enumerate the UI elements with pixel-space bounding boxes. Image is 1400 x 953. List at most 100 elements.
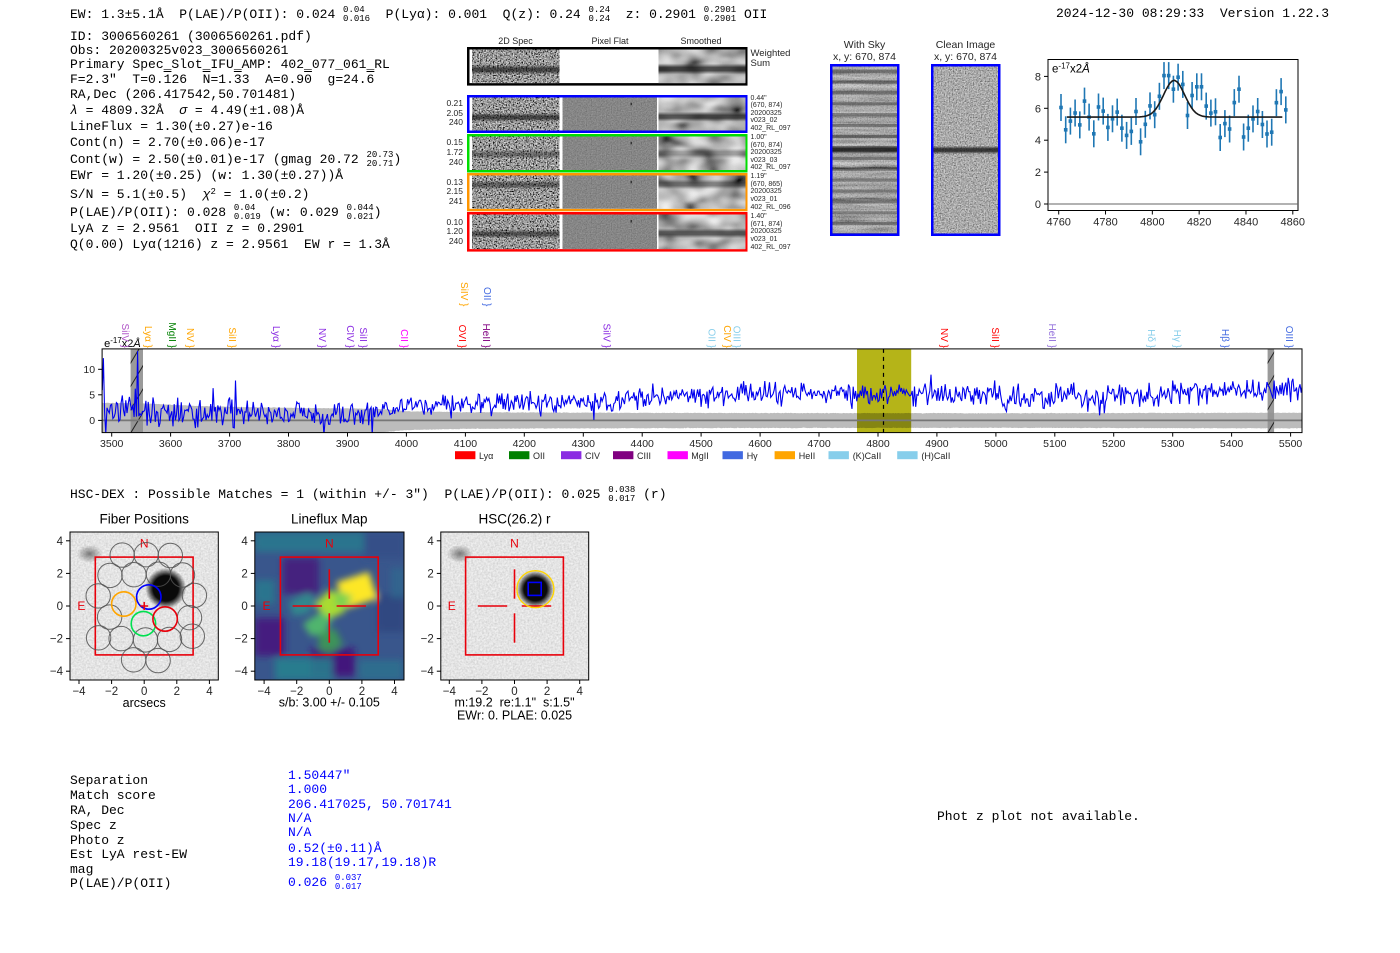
svg-text:−2: −2 <box>421 634 434 646</box>
svg-text:0: 0 <box>1035 199 1041 211</box>
svg-text:MgII: MgII <box>691 451 709 461</box>
svg-text:4860: 4860 <box>1281 217 1305 229</box>
svg-text:0: 0 <box>89 415 95 427</box>
svg-text:MgII }: MgII } <box>166 322 177 348</box>
svg-text:e-17x2Å: e-17x2Å <box>1052 62 1090 76</box>
svg-text:4760: 4760 <box>1046 217 1070 229</box>
svg-text:4: 4 <box>1035 135 1041 147</box>
svg-text:2: 2 <box>57 568 63 580</box>
svg-text:E: E <box>448 599 456 613</box>
svg-text:4300: 4300 <box>572 438 596 450</box>
svg-text:5000: 5000 <box>984 438 1008 450</box>
svg-text:HeII }: HeII } <box>1046 324 1057 349</box>
svg-text:NV }: NV } <box>184 328 195 349</box>
svg-text:HSC(26.2) r: HSC(26.2) r <box>478 512 551 527</box>
svg-text:4900: 4900 <box>925 438 949 450</box>
svg-text:E: E <box>77 599 85 613</box>
svg-text:2: 2 <box>427 568 433 580</box>
svg-text:4840: 4840 <box>1234 217 1258 229</box>
svg-text:4: 4 <box>427 536 434 548</box>
svg-text:N: N <box>325 537 334 551</box>
svg-text:4: 4 <box>57 536 64 548</box>
svg-text:(H)CaII: (H)CaII <box>921 451 950 461</box>
svg-text:−4: −4 <box>258 686 272 698</box>
svg-text:HeII }: HeII } <box>480 324 491 349</box>
svg-text:5400: 5400 <box>1220 438 1244 450</box>
svg-text:4600: 4600 <box>748 438 772 450</box>
svg-text:−2: −2 <box>105 686 118 698</box>
svg-text:N: N <box>510 537 519 551</box>
svg-text:Fiber Positions: Fiber Positions <box>100 512 190 527</box>
svg-text:SiII }: SiII } <box>989 327 1000 348</box>
svg-text:CIII: CIII <box>637 451 651 461</box>
svg-text:4800: 4800 <box>866 438 890 450</box>
svg-text:8: 8 <box>1035 71 1041 83</box>
svg-text:4100: 4100 <box>454 438 478 450</box>
svg-text:−2: −2 <box>50 634 63 646</box>
svg-text:4500: 4500 <box>689 438 713 450</box>
svg-text:E: E <box>262 599 270 613</box>
svg-text:3500: 3500 <box>100 438 124 450</box>
svg-text:m:19.2 re:1.1" s:1.5": m:19.2 re:1.1" s:1.5" <box>454 696 574 710</box>
svg-text:4800: 4800 <box>1140 217 1164 229</box>
svg-text:Lyα }: Lyα } <box>270 326 281 349</box>
svg-text:4700: 4700 <box>807 438 831 450</box>
svg-text:4: 4 <box>241 536 248 548</box>
svg-text:Lyα }: Lyα } <box>142 326 153 349</box>
svg-text:OIII }: OIII } <box>1283 326 1294 349</box>
svg-text:2: 2 <box>174 686 180 698</box>
svg-text:CIV }: CIV } <box>344 325 355 348</box>
svg-text:arcsecs: arcsecs <box>123 696 166 710</box>
svg-text:CII }: CII } <box>398 329 409 349</box>
svg-text:SiIV }: SiIV } <box>601 324 612 349</box>
svg-text:Hβ }: Hβ } <box>1219 329 1230 349</box>
svg-text:−2: −2 <box>235 634 248 646</box>
svg-text:2: 2 <box>1035 167 1041 179</box>
svg-text:5: 5 <box>89 389 95 401</box>
svg-text:2: 2 <box>241 568 247 580</box>
svg-text:OVI }: OVI } <box>456 325 467 349</box>
svg-text:(K)CaII: (K)CaII <box>853 451 882 461</box>
svg-text:4200: 4200 <box>513 438 537 450</box>
svg-text:s/b: 3.00 +/- 0.105: s/b: 3.00 +/- 0.105 <box>279 696 380 710</box>
svg-text:4780: 4780 <box>1093 217 1117 229</box>
svg-text:10: 10 <box>83 364 95 376</box>
svg-text:4: 4 <box>576 686 583 698</box>
svg-text:3600: 3600 <box>159 438 183 450</box>
svg-text:3800: 3800 <box>277 438 301 450</box>
svg-text:−4: −4 <box>50 666 64 678</box>
svg-text:3900: 3900 <box>336 438 360 450</box>
svg-text:OIII }: OIII } <box>731 326 742 349</box>
svg-text:4: 4 <box>391 686 398 698</box>
svg-text:−4: −4 <box>421 666 435 678</box>
svg-text:HeII: HeII <box>799 451 816 461</box>
svg-text:OII }: OII } <box>706 329 717 349</box>
svg-text:SiII }: SiII } <box>357 327 368 348</box>
svg-text:Hγ }: Hγ } <box>1171 330 1182 349</box>
svg-text:5300: 5300 <box>1161 438 1185 450</box>
svg-text:SiII }: SiII } <box>226 327 237 348</box>
svg-text:−4: −4 <box>72 686 86 698</box>
svg-text:SiIV }: SiIV } <box>119 324 130 349</box>
svg-text:0: 0 <box>57 601 63 613</box>
svg-text:4400: 4400 <box>631 438 655 450</box>
svg-text:NV }: NV } <box>938 328 949 349</box>
svg-text:CIV }: CIV } <box>721 325 732 348</box>
svg-text:NV }: NV } <box>316 328 327 349</box>
svg-text:0: 0 <box>241 601 247 613</box>
svg-text:OII }: OII } <box>481 287 492 307</box>
svg-text:4: 4 <box>206 686 213 698</box>
svg-text:Hδ }: Hδ } <box>1145 329 1156 349</box>
svg-text:−4: −4 <box>235 666 249 678</box>
svg-text:5200: 5200 <box>1102 438 1126 450</box>
svg-text:5500: 5500 <box>1279 438 1303 450</box>
svg-text:Hγ: Hγ <box>747 451 758 461</box>
svg-text:OII: OII <box>533 451 545 461</box>
svg-text:SiIV }: SiIV } <box>458 282 469 307</box>
svg-text:4820: 4820 <box>1187 217 1211 229</box>
svg-text:Lyα: Lyα <box>479 451 493 461</box>
svg-text:0: 0 <box>427 601 433 613</box>
svg-text:CIV: CIV <box>585 451 600 461</box>
svg-text:EWr: 0. PLAE: 0.025: EWr: 0. PLAE: 0.025 <box>457 709 572 723</box>
svg-text:3700: 3700 <box>218 438 242 450</box>
